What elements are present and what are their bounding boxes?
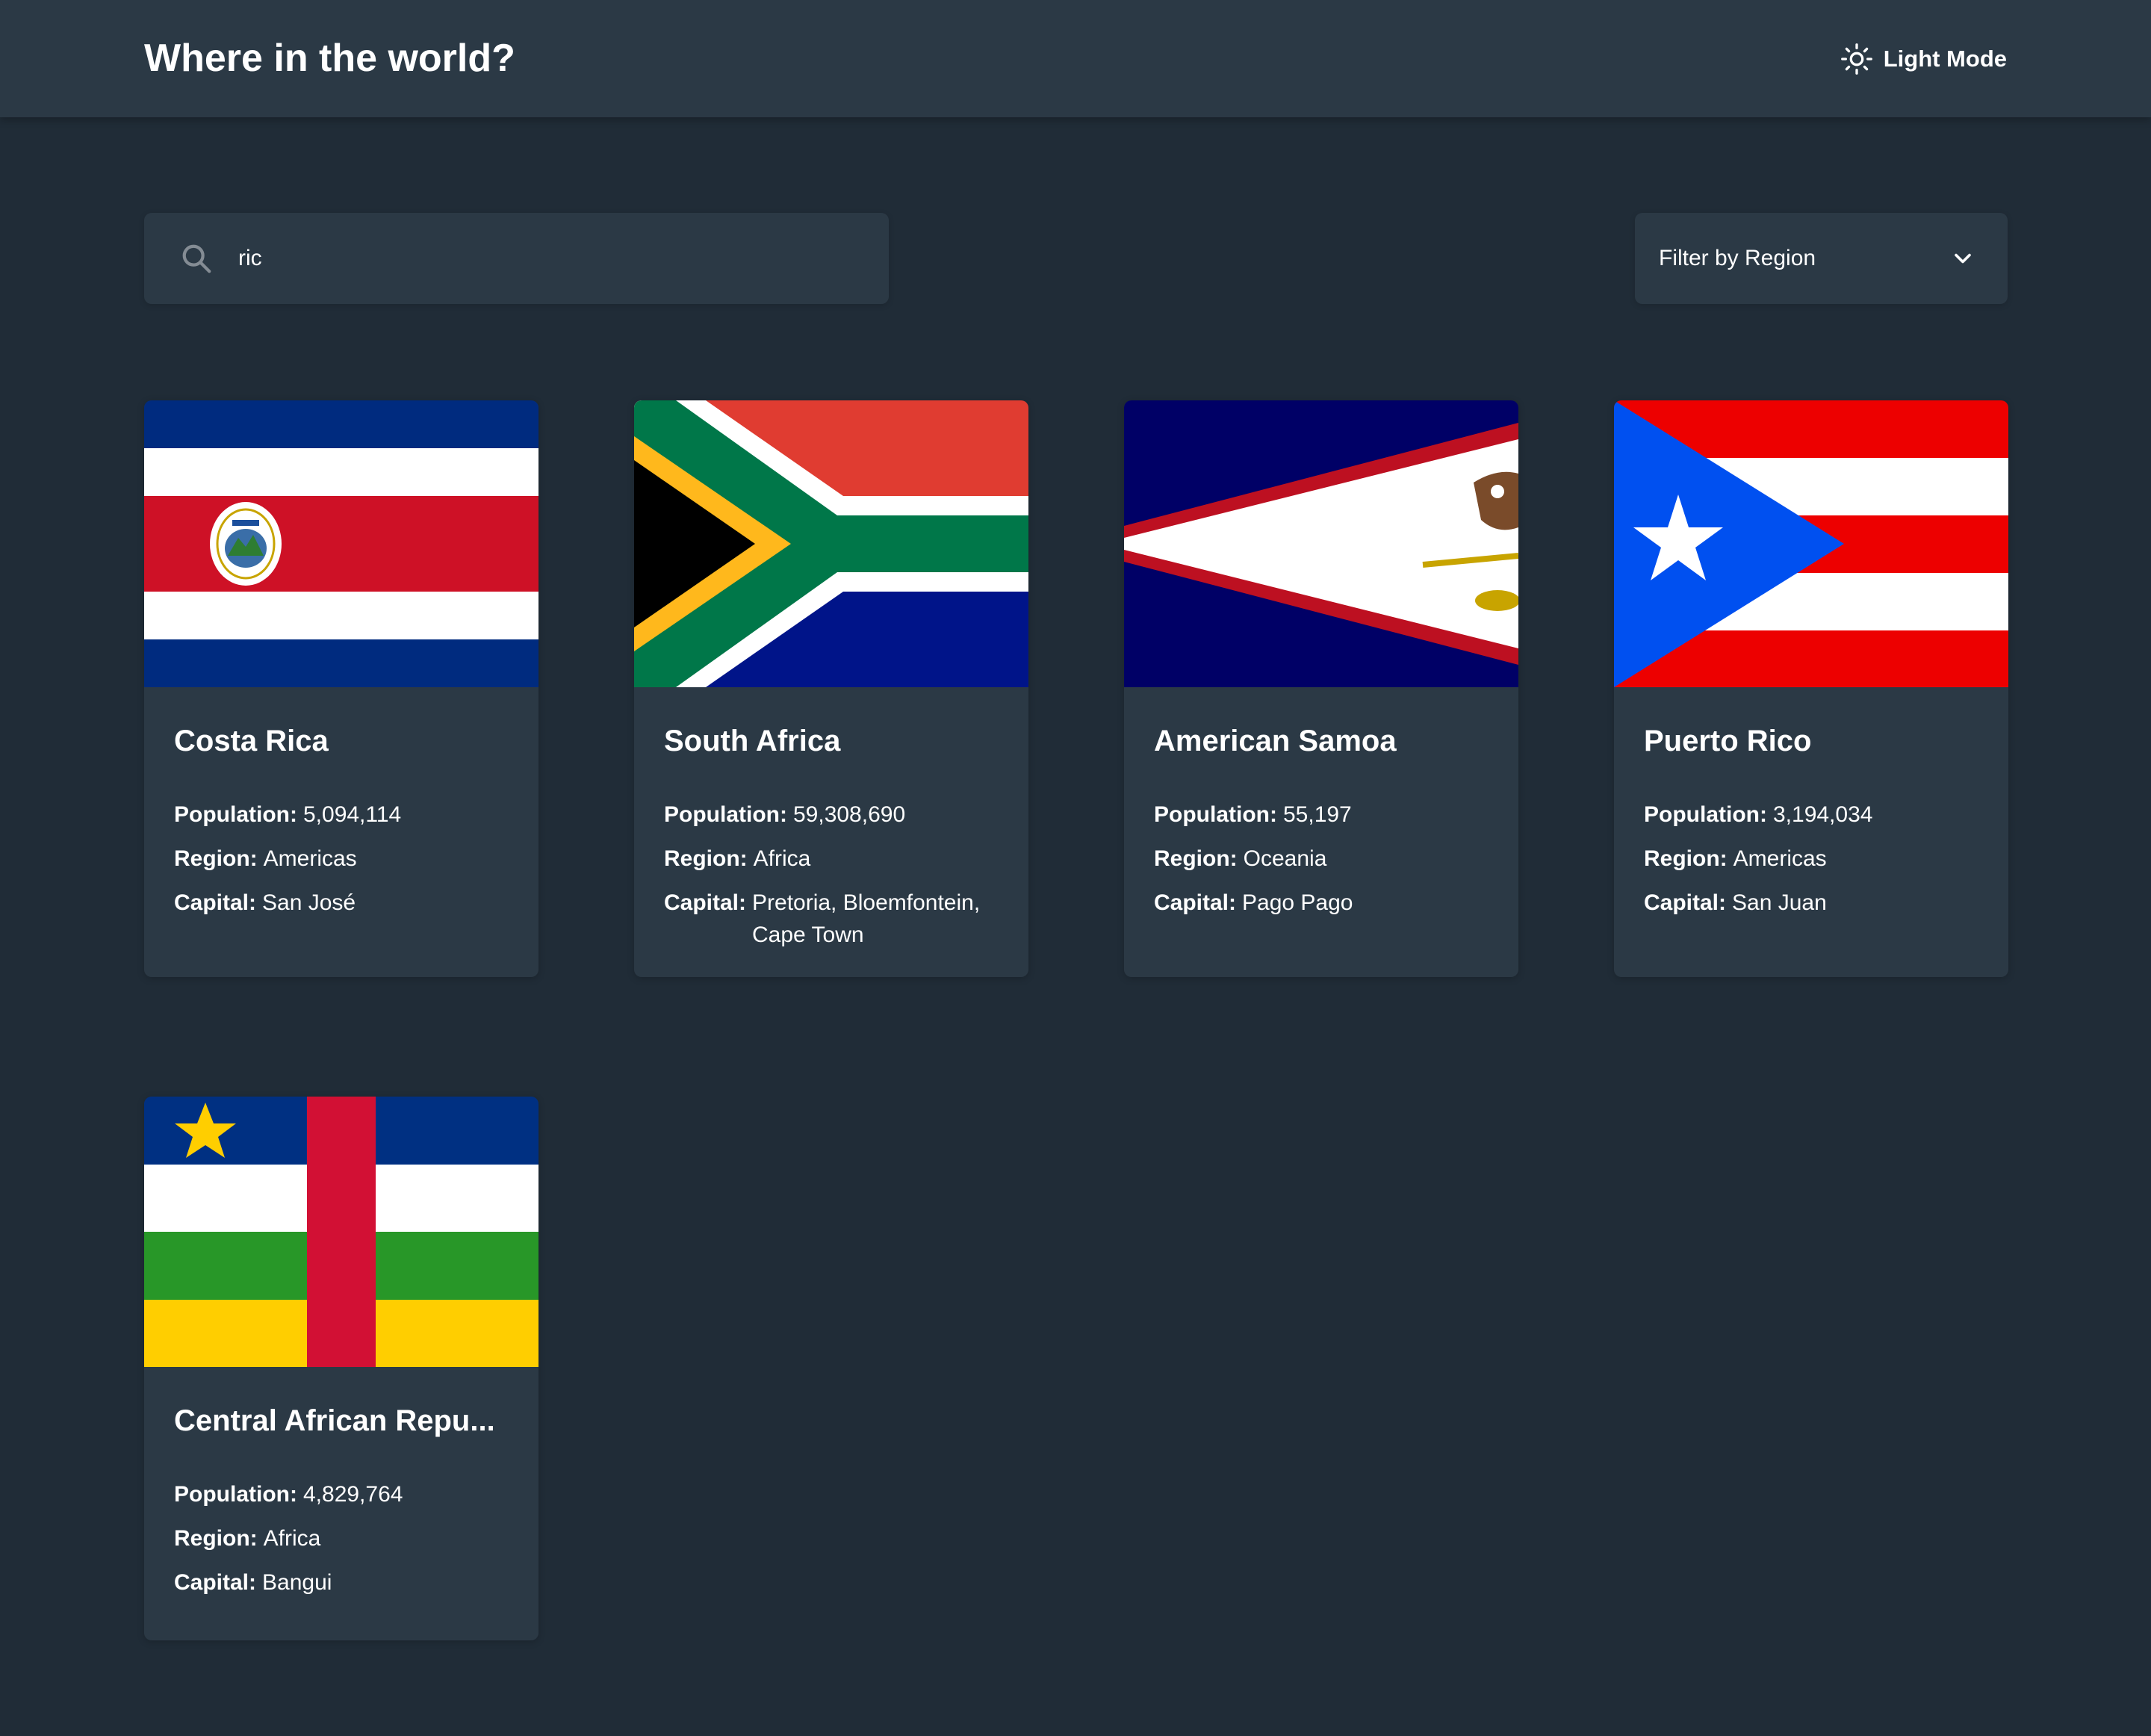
capital-row: Capital: San Juan (1644, 887, 1978, 919)
population-row: Population: 55,197 (1154, 799, 1489, 831)
capital-row: Capital: Pago Pago (1154, 887, 1489, 919)
capital-label: Capital: (664, 890, 747, 915)
country-card[interactable]: American Samoa Population: 55,197 Region:… (1124, 400, 1518, 977)
puerto-rico-flag (1614, 400, 2008, 687)
capital-label: Capital: (1644, 890, 1727, 915)
sun-icon (1840, 43, 1872, 75)
region-label: Region: (174, 846, 258, 871)
central-african-republic-flag (144, 1097, 538, 1367)
region-value: Africa (753, 846, 811, 871)
population-value: 3,194,034 (1772, 802, 1873, 827)
chevron-down-icon (1955, 253, 1971, 264)
capital-value: San Juan (1732, 890, 1827, 915)
country-name: South Africa (664, 725, 841, 757)
capital-row: Capital: Bangui (174, 1566, 509, 1599)
capital-value: San José (262, 890, 356, 915)
south-africa-flag (634, 400, 1028, 687)
region-row: Region: Oceania (1154, 843, 1489, 875)
capital-label: Capital: (174, 890, 257, 915)
region-row: Region: Americas (1644, 843, 1978, 875)
population-value: 5,094,114 (302, 802, 402, 827)
population-label: Population: (1154, 802, 1277, 827)
capital-value: Pago Pago (1242, 890, 1353, 915)
region-label: Region: (174, 1526, 258, 1551)
search-icon (182, 244, 211, 273)
country-name: Costa Rica (174, 725, 329, 757)
capital-label: Capital: (174, 1570, 257, 1595)
population-value: 59,308,690 (792, 802, 906, 827)
american-samoa-flag (1124, 400, 1518, 687)
population-value: 4,829,764 (302, 1482, 403, 1507)
region-label: Region: (1154, 846, 1238, 871)
country-card[interactable]: Costa Rica Population: 5,094,114 Region: A… (144, 400, 538, 977)
population-label: Population: (174, 802, 297, 827)
population-value: 55,197 (1282, 802, 1352, 827)
capital-value: Bangui (262, 1570, 332, 1595)
population-row: Population: 3,194,034 (1644, 799, 1978, 831)
country-name: Puerto Rico (1644, 725, 1812, 757)
capital-value: Pretoria, Bloemfontein, Cape Town (752, 890, 981, 947)
app-title: Where in the world? (144, 37, 515, 80)
capital-row: Capital: Pretoria, Bloemfontein, Cape Tow… (664, 887, 999, 951)
region-filter-dropdown[interactable]: Filter by Region (1635, 213, 2008, 304)
costa-rica-flag (144, 400, 538, 687)
search-box[interactable] (144, 213, 889, 304)
country-card[interactable]: South Africa Population: 59,308,690 Regio… (634, 400, 1028, 977)
population-label: Population: (664, 802, 787, 827)
region-row: Region: Americas (174, 843, 509, 875)
filter-label: Filter by Region (1659, 246, 1816, 270)
region-value: Americas (1733, 846, 1827, 871)
region-value: Africa (263, 1526, 321, 1551)
country-name: American Samoa (1154, 725, 1397, 757)
country-name: Central African Repu... (174, 1404, 495, 1437)
header: Where in the world? Light Mode (0, 0, 2151, 117)
theme-toggle-label: Light Mode (1883, 45, 2007, 72)
population-row: Population: 4,829,764 (174, 1478, 509, 1510)
region-value: Oceania (1243, 846, 1327, 871)
population-label: Population: (1644, 802, 1767, 827)
theme-toggle-button[interactable]: Light Mode (1840, 0, 2007, 117)
region-label: Region: (664, 846, 748, 871)
country-card[interactable]: Puerto Rico Population: 3,194,034 Region:… (1614, 400, 2008, 977)
capital-label: Capital: (1154, 890, 1237, 915)
population-row: Population: 5,094,114 (174, 799, 509, 831)
country-card[interactable]: Central African Repu... Population: 4,829… (144, 1097, 538, 1640)
capital-row: Capital: San José (174, 887, 509, 919)
region-row: Region: Africa (174, 1522, 509, 1554)
population-row: Population: 59,308,690 (664, 799, 999, 831)
region-value: Americas (263, 846, 357, 871)
region-row: Region: Africa (664, 843, 999, 875)
search-input[interactable] (238, 213, 866, 304)
population-label: Population: (174, 1482, 297, 1507)
region-label: Region: (1644, 846, 1728, 871)
